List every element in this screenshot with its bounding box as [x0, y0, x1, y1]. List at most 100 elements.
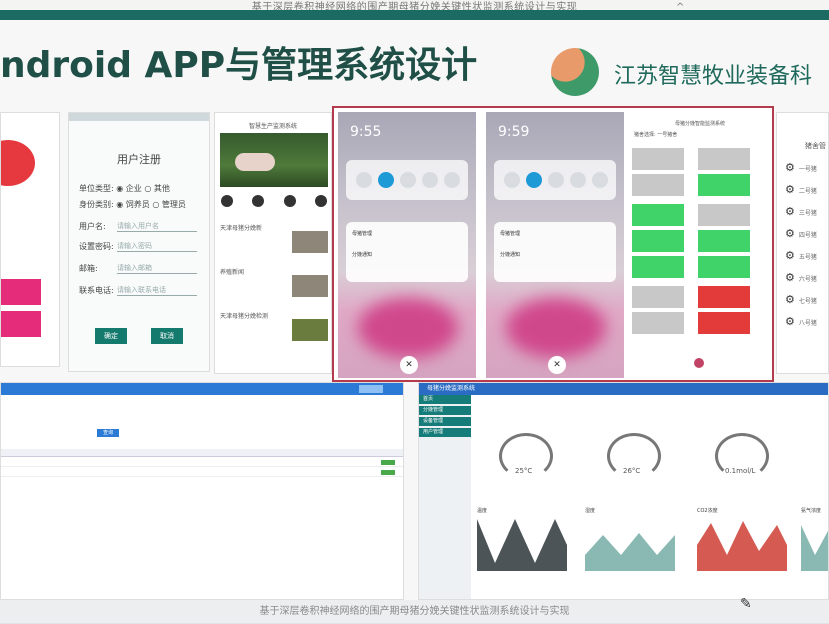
email-label: 邮箱: — [79, 264, 98, 273]
gear-icon[interactable]: ⚙ — [785, 271, 795, 284]
email-field[interactable]: 请输入邮箱 — [117, 263, 197, 274]
pen-cell[interactable] — [632, 286, 684, 308]
clock: 9:55 — [350, 124, 382, 140]
pen-select-value[interactable]: 一号猪舍 — [657, 132, 677, 138]
co2-chart — [697, 521, 787, 571]
gear-icon[interactable]: ⚙ — [785, 249, 795, 262]
toggle-icon[interactable] — [356, 172, 372, 188]
company-logo — [551, 48, 599, 96]
toggle-icon[interactable] — [592, 172, 608, 188]
confirm-button[interactable]: 确定 — [95, 328, 127, 344]
settings-icon[interactable] — [314, 195, 327, 207]
pen-cell[interactable] — [698, 148, 750, 170]
wallpaper-blob — [358, 298, 458, 358]
close-icon[interactable]: ✕ — [548, 356, 566, 374]
toggle-icon[interactable] — [422, 172, 438, 188]
phone-field[interactable]: 请输入联系电话 — [117, 285, 197, 296]
gear-row[interactable]: ⚙ 四号猪 — [785, 227, 817, 240]
table-header-row — [1, 449, 403, 457]
toggle-icon[interactable] — [570, 172, 586, 188]
sidebar-item[interactable]: 首页 — [419, 395, 471, 404]
settings-title: 猪舍管 — [805, 142, 826, 150]
pen-cell[interactable] — [632, 256, 684, 278]
gauge-value: 25°C — [515, 467, 533, 475]
pen-cell[interactable] — [632, 174, 684, 196]
gear-row[interactable]: ⚙ 六号猪 — [785, 271, 817, 284]
notification-card[interactable]: 母猪管理 分娩通知 — [494, 222, 616, 282]
news-screen: 智慧生产监测系统 天津母猪分娩新 养殖新闻 天津母猪分娩检测 — [214, 112, 332, 374]
toggle-icon[interactable] — [504, 172, 520, 188]
pen-cell[interactable] — [698, 174, 750, 196]
identity-value[interactable]: ◉ 饲养员 ○ 管理员 — [116, 200, 186, 209]
humidity-chart — [585, 533, 675, 571]
chart-label: CO2浓度 — [697, 508, 718, 514]
gear-label: 四号猪 — [798, 232, 817, 239]
wallpaper-blob — [506, 298, 606, 358]
registration-screen: 用户注册 单位类型: ◉ 企业 ○ 其他 身份类别: ◉ 饲养员 ○ 管理员 用… — [68, 112, 210, 372]
table-row[interactable] — [1, 469, 403, 477]
pen-select[interactable]: 猪舍选择: 一号猪舍 — [634, 131, 770, 138]
pen-cell[interactable] — [632, 204, 684, 226]
news-item[interactable]: 天津母猪分娩新 — [220, 223, 328, 263]
news-item[interactable]: 养殖新闻 — [220, 267, 328, 307]
pen-cell[interactable] — [632, 312, 684, 334]
location-icon[interactable] — [252, 195, 265, 207]
notification-title: 分娩通知 — [500, 252, 521, 258]
gear-row[interactable]: ⚙ 三号猪 — [785, 205, 817, 218]
toggle-icon[interactable] — [548, 172, 564, 188]
pen-cell[interactable] — [698, 204, 750, 226]
gear-label: 三号猪 — [798, 210, 817, 217]
unit-type-value[interactable]: ◉ 企业 ○ 其他 — [116, 184, 170, 193]
username-field[interactable]: 请输入用户名 — [117, 221, 197, 232]
password-field[interactable]: 请输入密码 — [117, 241, 197, 252]
gear-row[interactable]: ⚙ 五号猪 — [785, 249, 817, 262]
header-pill[interactable] — [359, 385, 383, 393]
alarm-icon[interactable] — [694, 358, 704, 368]
toggle-icon[interactable] — [444, 172, 460, 188]
temperature-chart — [477, 519, 567, 571]
action-button[interactable] — [381, 460, 395, 465]
gear-icon[interactable]: ⚙ — [785, 293, 795, 306]
gear-icon[interactable]: ⚙ — [785, 205, 795, 218]
table-row[interactable] — [1, 459, 403, 467]
register-button[interactable] — [1, 311, 41, 337]
pen-cell[interactable] — [632, 148, 684, 170]
grid-header: 母猪分娩智能监测系统 — [674, 121, 725, 127]
chart-label: 温度 — [477, 508, 488, 514]
pen-cell[interactable] — [698, 230, 750, 252]
news-item[interactable]: 天津母猪分娩检测 — [220, 311, 328, 351]
pen-cell[interactable] — [698, 312, 750, 334]
gear-icon[interactable]: ⚙ — [785, 315, 795, 328]
search-button[interactable]: 查询 — [97, 429, 119, 437]
sidebar-item[interactable]: 分娩管理 — [419, 406, 471, 415]
gear-row[interactable]: ⚙ 八号猪 — [785, 315, 817, 328]
identity-row[interactable]: 身份类别: ◉ 饲养员 ○ 管理员 — [79, 199, 186, 210]
gear-icon[interactable]: ⚙ — [785, 161, 795, 174]
login-screen-panel — [0, 112, 60, 367]
identity-label: 身份类别: — [79, 200, 114, 209]
home-icon[interactable] — [283, 195, 296, 207]
sidebar-item[interactable]: 用户管理 — [419, 428, 471, 437]
status-bar — [69, 113, 209, 121]
notification-card[interactable]: 母猪管理 分娩通知 — [346, 222, 468, 282]
notification-title: 母猪管理 — [500, 231, 521, 237]
menu-icon[interactable] — [221, 195, 233, 207]
cancel-button[interactable]: 取消 — [151, 328, 183, 344]
gear-row[interactable]: ⚙ 一号猪 — [785, 161, 817, 174]
pig-photo — [220, 133, 328, 187]
gear-row[interactable]: ⚙ 二号猪 — [785, 183, 817, 196]
unit-type-row[interactable]: 单位类型: ◉ 企业 ○ 其他 — [79, 183, 170, 194]
wifi-icon[interactable] — [378, 172, 394, 188]
pen-cell[interactable] — [698, 286, 750, 308]
pen-cell[interactable] — [698, 256, 750, 278]
gear-row[interactable]: ⚙ 七号猪 — [785, 293, 817, 306]
close-icon[interactable]: ✕ — [400, 356, 418, 374]
action-button[interactable] — [381, 470, 395, 475]
login-button[interactable] — [1, 279, 41, 305]
gear-icon[interactable]: ⚙ — [785, 183, 795, 196]
sidebar-item[interactable]: 设备管理 — [419, 417, 471, 426]
toggle-icon[interactable] — [400, 172, 416, 188]
wifi-icon[interactable] — [526, 172, 542, 188]
pen-cell[interactable] — [632, 230, 684, 252]
gear-icon[interactable]: ⚙ — [785, 227, 795, 240]
